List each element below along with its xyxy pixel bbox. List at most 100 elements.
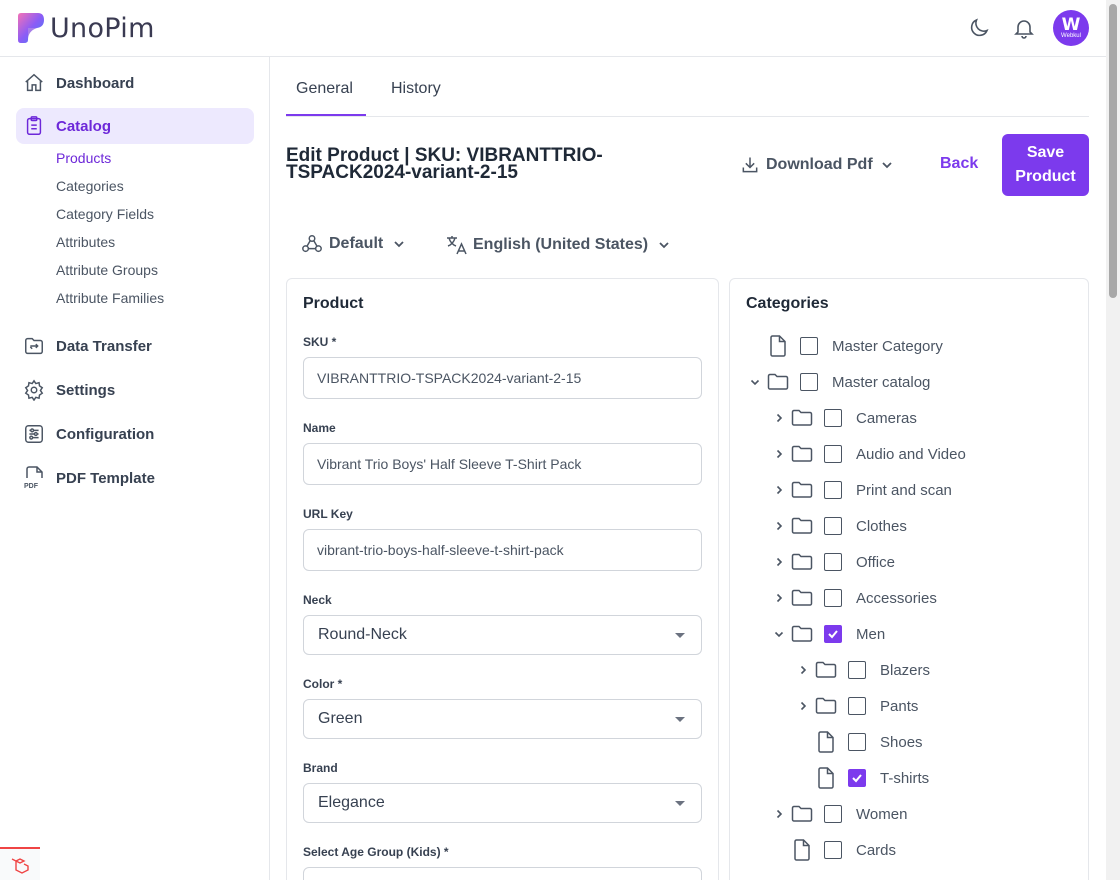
category-tree-row[interactable]: Women <box>772 802 907 826</box>
sidebar-item-pdf-template[interactable]: PDF PDF Template <box>16 460 254 496</box>
channel-selector[interactable]: Default <box>301 233 405 255</box>
svg-text:PDF: PDF <box>24 483 39 490</box>
chevron-right-icon[interactable] <box>772 807 786 821</box>
category-tree-row[interactable]: Audio and Video <box>772 442 966 466</box>
age-group-select[interactable] <box>303 867 702 880</box>
category-checkbox[interactable] <box>824 409 842 427</box>
category-tree-row[interactable]: Master Category <box>748 334 943 358</box>
category-tree-row[interactable]: Cards <box>772 838 896 862</box>
category-checkbox[interactable] <box>824 517 842 535</box>
translate-icon <box>445 233 469 257</box>
chevron-down-icon <box>393 238 405 250</box>
user-avatar[interactable]: W Webkul <box>1053 10 1089 46</box>
chevron-right-icon[interactable] <box>772 555 786 569</box>
download-icon <box>740 155 760 175</box>
sidebar-sub-attribute-families[interactable]: Attribute Families <box>56 290 164 306</box>
category-checkbox[interactable] <box>824 553 842 571</box>
sku-field[interactable]: VIBRANTTRIO-TSPACK2024-variant-2-15 <box>303 357 702 399</box>
category-tree-row[interactable]: Blazers <box>796 658 930 682</box>
neck-select[interactable]: Round-Neck <box>303 615 702 655</box>
category-checkbox[interactable] <box>824 841 842 859</box>
color-select[interactable]: Green <box>303 699 702 739</box>
category-checkbox[interactable] <box>824 805 842 823</box>
color-value: Green <box>318 710 363 727</box>
brand-select[interactable]: Elegance <box>303 783 702 823</box>
sidebar-item-data-transfer[interactable]: Data Transfer <box>16 328 254 364</box>
chevron-right-icon[interactable] <box>796 663 810 677</box>
url-key-field[interactable]: vibrant-trio-boys-half-sleeve-t-shirt-pa… <box>303 529 702 571</box>
sidebar-sub-products[interactable]: Products <box>56 150 111 166</box>
category-tree-row[interactable]: Shoes <box>796 730 923 754</box>
chevron-right-icon[interactable] <box>772 483 786 497</box>
chevron-right-icon[interactable] <box>772 411 786 425</box>
category-label: Audio and Video <box>856 445 966 463</box>
category-label: Print and scan <box>856 481 952 499</box>
sku-label: SKU * <box>303 335 337 349</box>
folder-icon <box>790 802 814 826</box>
sidebar-item-catalog[interactable]: Catalog <box>16 108 254 144</box>
chevron-right-icon[interactable] <box>772 447 786 461</box>
sidebar-sub-category-fields[interactable]: Category Fields <box>56 206 154 222</box>
category-tree-row[interactable]: Office <box>772 550 895 574</box>
scrollbar-thumb[interactable] <box>1109 4 1117 298</box>
sidebar-item-settings[interactable]: Settings <box>16 372 254 408</box>
tab-history[interactable]: History <box>391 80 441 98</box>
category-tree-row[interactable]: Pants <box>796 694 918 718</box>
save-product-button[interactable]: Save Product <box>1002 134 1089 196</box>
gear-icon <box>22 378 46 402</box>
sidebar-item-label: Data Transfer <box>56 337 152 355</box>
category-checkbox[interactable] <box>800 373 818 391</box>
category-label: Office <box>856 553 895 571</box>
notification-bell-icon[interactable] <box>1010 14 1038 42</box>
category-label: Master catalog <box>832 373 931 391</box>
sidebar-sub-attribute-groups[interactable]: Attribute Groups <box>56 262 158 278</box>
chevron-right-icon[interactable] <box>796 699 810 713</box>
tab-general[interactable]: General <box>296 80 353 98</box>
categories-card: Categories Master Category Master catalog… <box>729 278 1089 880</box>
locale-selector[interactable]: English (United States) <box>445 233 670 257</box>
back-button[interactable]: Back <box>940 155 978 173</box>
download-pdf-button[interactable]: Download Pdf <box>740 155 893 175</box>
category-tree-row[interactable]: T-shirts <box>796 766 929 790</box>
category-checkbox[interactable] <box>824 445 842 463</box>
category-checkbox[interactable] <box>824 625 842 643</box>
unopim-logo[interactable]: UnoPim <box>16 12 155 44</box>
category-tree-row[interactable]: Accessories <box>772 586 937 610</box>
dark-mode-moon-icon[interactable] <box>965 14 993 42</box>
sidebar: Dashboard Catalog Products Categories Ca… <box>0 57 270 880</box>
folder-icon <box>766 370 790 394</box>
page-scrollbar[interactable] <box>1106 0 1120 880</box>
sidebar-item-label: Catalog <box>56 117 112 135</box>
category-label: Blazers <box>880 661 931 679</box>
chevron-right-icon[interactable] <box>772 591 786 605</box>
sidebar-item-configuration[interactable]: Configuration <box>16 416 254 452</box>
category-tree-row[interactable]: Cameras <box>772 406 917 430</box>
category-tree-row[interactable]: Clothes <box>772 514 907 538</box>
name-field[interactable]: Vibrant Trio Boys' Half Sleeve T-Shirt P… <box>303 443 702 485</box>
sidebar-item-dashboard[interactable]: Dashboard <box>16 65 254 101</box>
category-checkbox[interactable] <box>800 337 818 355</box>
sidebar-item-label: Dashboard <box>56 74 135 92</box>
top-header: UnoPim W Webkul <box>0 0 1106 57</box>
sidebar-sub-categories[interactable]: Categories <box>56 178 124 194</box>
file-icon <box>814 766 838 790</box>
category-checkbox[interactable] <box>848 733 866 751</box>
category-checkbox[interactable] <box>848 661 866 679</box>
dropdown-caret-icon <box>675 717 685 722</box>
laravel-logo-icon <box>0 847 40 880</box>
category-checkbox[interactable] <box>824 481 842 499</box>
category-tree-row[interactable]: Master catalog <box>748 370 930 394</box>
chevron-down-icon[interactable] <box>772 627 786 641</box>
chevron-down-icon[interactable] <box>748 375 762 389</box>
folder-icon <box>790 622 814 646</box>
chevron-right-icon[interactable] <box>772 519 786 533</box>
sidebar-sub-attributes[interactable]: Attributes <box>56 234 115 250</box>
category-tree-row[interactable]: Print and scan <box>772 478 952 502</box>
category-checkbox[interactable] <box>848 697 866 715</box>
category-checkbox[interactable] <box>824 589 842 607</box>
category-tree-row[interactable]: Men <box>772 622 885 646</box>
category-label: Accessories <box>856 589 937 607</box>
category-checkbox[interactable] <box>848 769 866 787</box>
